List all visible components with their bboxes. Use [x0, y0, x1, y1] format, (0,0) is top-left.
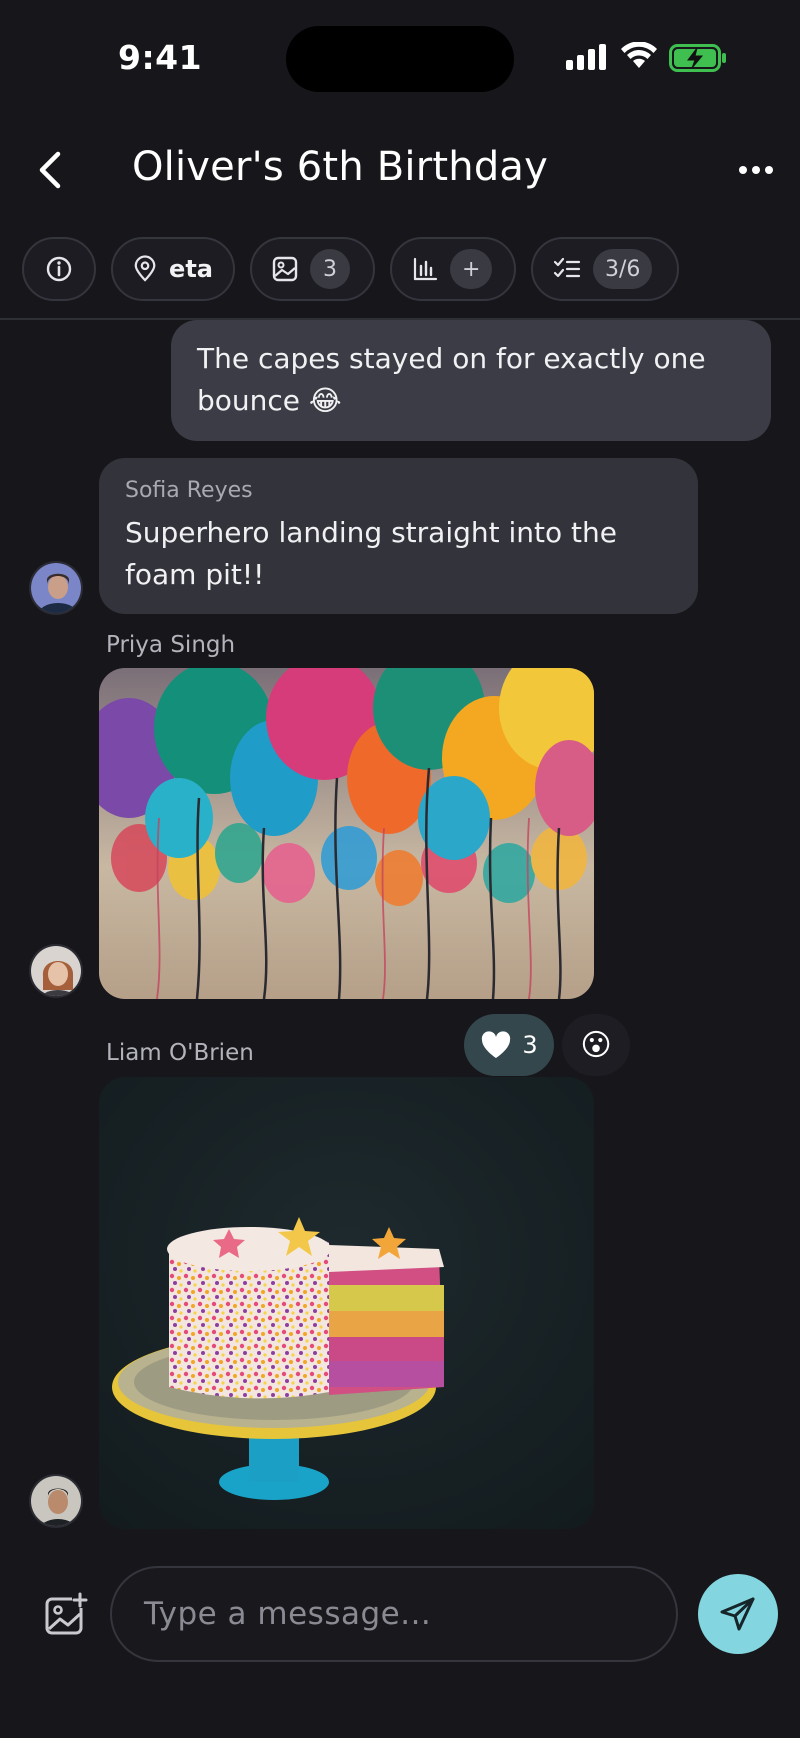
more-options-icon[interactable] [736, 152, 776, 188]
status-bar: 9:41 [0, 0, 800, 110]
info-chip[interactable] [22, 237, 96, 301]
cellular-signal-icon [566, 44, 606, 70]
send-icon [720, 1597, 755, 1631]
balloons-image [99, 668, 594, 999]
heart-reaction-count: 3 [522, 1031, 538, 1059]
cake-image [99, 1077, 594, 1529]
location-chip-label: eta [169, 255, 213, 283]
message-sender-name: Liam O'Brien [106, 1040, 254, 1066]
shared-photo-cake[interactable] [99, 1077, 594, 1529]
chat-header: Oliver's 6th Birthday [0, 120, 800, 220]
chat-action-chips: eta 3 + 3/6 [22, 237, 679, 301]
info-icon [46, 256, 72, 282]
message-input[interactable]: Type a message... [110, 1566, 678, 1662]
poll-chip[interactable]: + [390, 237, 516, 301]
tasks-chip[interactable]: 3/6 [531, 237, 679, 301]
location-chip[interactable]: eta [111, 237, 235, 301]
poll-add-badge: + [450, 249, 493, 289]
reaction-wow-pill[interactable]: 😮 [562, 1014, 630, 1076]
chat-title: Oliver's 6th Birthday [132, 144, 548, 190]
outgoing-message-bubble[interactable]: The capes stayed on for exactly one boun… [171, 320, 771, 441]
avatar-sofia[interactable] [29, 561, 83, 615]
add-image-icon[interactable] [44, 1592, 88, 1636]
wifi-icon [621, 42, 657, 68]
heart-icon [482, 1031, 511, 1058]
photos-count-badge: 3 [310, 249, 350, 289]
back-chevron-icon[interactable] [30, 146, 74, 194]
message-input-placeholder: Type a message... [144, 1596, 432, 1632]
send-button[interactable] [698, 1574, 778, 1654]
battery-charging-icon [669, 44, 726, 72]
location-pin-icon [134, 255, 156, 282]
message-sender-name: Priya Singh [106, 632, 236, 658]
wow-emoji: 😮 [580, 1027, 612, 1063]
bar-chart-icon [413, 257, 438, 281]
avatar-priya[interactable] [29, 944, 83, 998]
checklist-icon [553, 257, 581, 278]
outgoing-message-text: The capes stayed on for exactly one boun… [197, 342, 706, 417]
status-time: 9:41 [118, 38, 203, 77]
incoming-message-text: Superhero landing straight into the foam… [125, 516, 617, 591]
image-icon [272, 256, 298, 282]
incoming-message-bubble[interactable]: Sofia Reyes Superhero landing straight i… [99, 458, 698, 614]
message-sender-name: Sofia Reyes [125, 478, 253, 503]
photos-chip[interactable]: 3 [250, 237, 375, 301]
message-composer: Type a message... [0, 1548, 800, 1738]
shared-photo-balloons[interactable] [99, 668, 594, 999]
tasks-count-badge: 3/6 [593, 249, 653, 289]
reaction-heart-pill[interactable]: 3 [464, 1014, 554, 1076]
dynamic-island [286, 26, 514, 92]
avatar-liam[interactable] [29, 1474, 83, 1528]
